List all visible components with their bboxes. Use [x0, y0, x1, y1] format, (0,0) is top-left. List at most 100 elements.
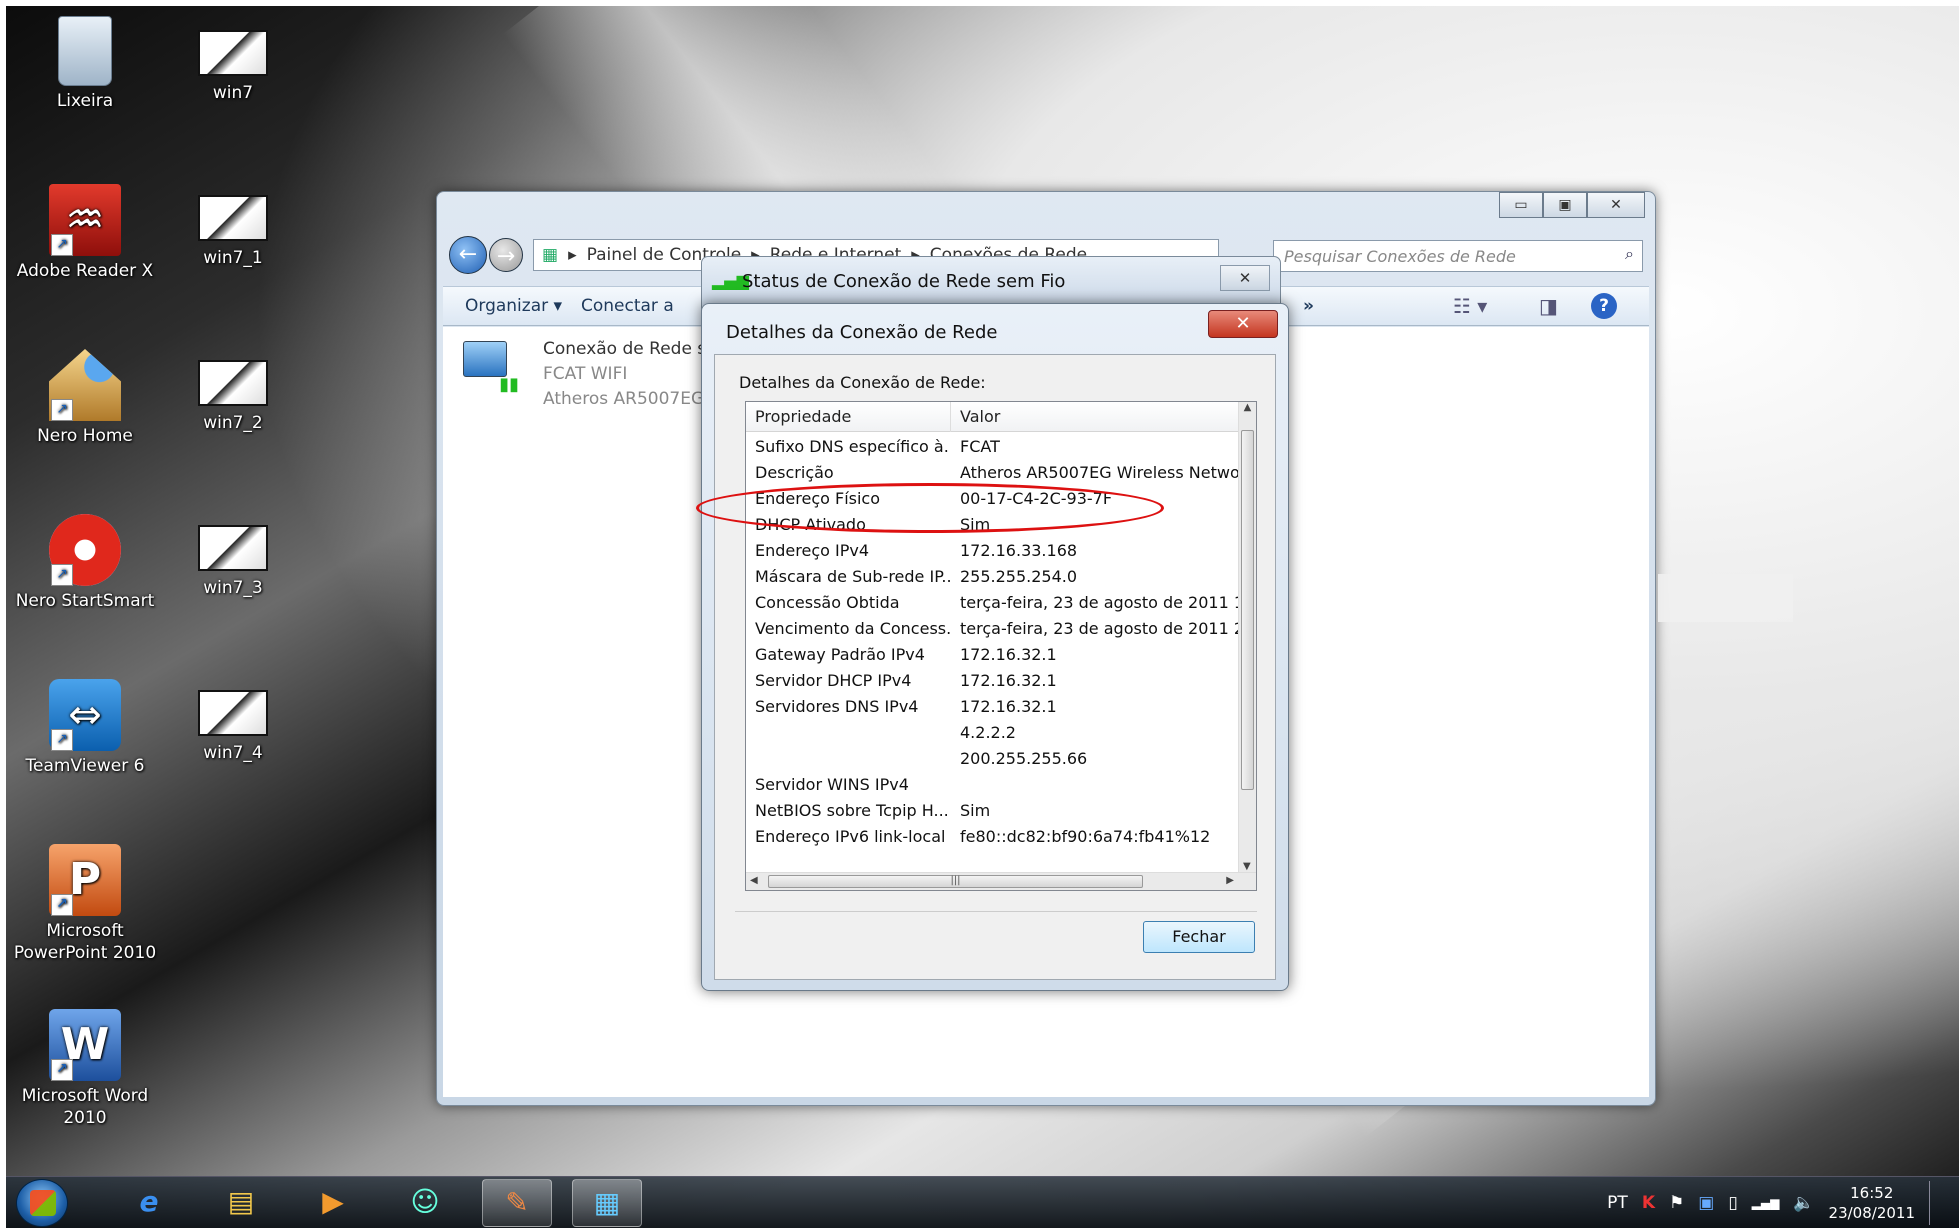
- windows-logo-icon: [30, 1190, 56, 1216]
- connection-ssid: FCAT WIFI: [543, 364, 628, 384]
- detail-value: fe80::dc82:bf90:6a74:fb41%12: [960, 827, 1211, 846]
- desktop-icon-win7-1[interactable]: win7_1: [158, 181, 308, 269]
- organize-button[interactable]: Organizar ▾: [465, 296, 562, 316]
- detail-row[interactable]: Concessão Obtida terça-feira, 23 de agost…: [746, 590, 1238, 616]
- column-header-value[interactable]: Valor: [950, 402, 1000, 432]
- preview-pane-icon[interactable]: ◨: [1539, 294, 1558, 318]
- network-window-taskbar-icon[interactable]: ▦: [572, 1179, 642, 1227]
- detail-row[interactable]: Gateway Padrão IPv4 172.16.32.1: [746, 642, 1238, 668]
- language-indicator[interactable]: PT: [1607, 1193, 1628, 1213]
- back-button[interactable]: ←: [449, 236, 487, 274]
- search-icon[interactable]: ⌕: [1625, 244, 1634, 264]
- desktop-icon-label: Lixeira: [56, 91, 114, 111]
- detail-row[interactable]: Endereço IPv6 link-local fe80::dc82:bf90:…: [746, 824, 1238, 850]
- network-tray-icon[interactable]: ▣: [1698, 1193, 1714, 1213]
- file-explorer-icon[interactable]: ▤: [206, 1179, 276, 1227]
- usb-device-icon[interactable]: ▯: [1728, 1193, 1737, 1213]
- vertical-scroll-thumb[interactable]: [1241, 430, 1254, 790]
- desktop-icon-powerpoint[interactable]: P ↗ Microsoft PowerPoint 2010: [10, 844, 160, 964]
- wireless-connection-item[interactable]: ▮▮ Conexão de Rede s FCAT WIFI Atheros A…: [463, 337, 706, 412]
- kaspersky-icon[interactable]: K: [1642, 1193, 1655, 1213]
- detail-value: 172.16.33.168: [960, 541, 1078, 560]
- clock-time: 16:52: [1850, 1184, 1894, 1202]
- scroll-left-icon[interactable]: ◀: [750, 875, 758, 886]
- desktop-icon-win7-4[interactable]: win7_4: [158, 676, 308, 764]
- details-dialog-body: Detalhes da Conexão de Rede: Propriedade…: [714, 354, 1276, 980]
- wallpaper-highlight: [1658, 574, 1793, 622]
- scroll-up-icon[interactable]: ▲: [1239, 402, 1256, 413]
- vertical-scrollbar[interactable]: ▲ ▼: [1238, 402, 1256, 874]
- internet-explorer-icon[interactable]: e: [114, 1179, 184, 1227]
- scroll-right-icon[interactable]: ▶: [1226, 875, 1234, 886]
- detail-row[interactable]: 4.2.2.2: [746, 720, 1238, 746]
- show-desktop-button[interactable]: [1929, 1181, 1941, 1225]
- desktop-icon-label: win7_3: [203, 578, 263, 598]
- connection-adapter: Atheros AR5007EG: [543, 389, 705, 409]
- clock[interactable]: 16:52 23/08/2011: [1829, 1183, 1915, 1223]
- search-input[interactable]: Pesquisar Conexões de Rede ⌕: [1273, 240, 1643, 272]
- detail-value: FCAT: [960, 437, 1000, 456]
- detail-row[interactable]: Servidor DHCP IPv4 172.16.32.1: [746, 668, 1238, 694]
- connect-button[interactable]: Conectar a: [581, 296, 674, 316]
- action-center-flag-icon[interactable]: ⚑: [1669, 1193, 1684, 1213]
- column-header-property[interactable]: Propriedade: [755, 407, 851, 426]
- paint-icon[interactable]: ✎: [482, 1179, 552, 1227]
- view-options-icon[interactable]: ☷ ▾: [1453, 294, 1487, 318]
- desktop-icon-win7-2[interactable]: win7_2: [158, 346, 308, 434]
- minimize-button[interactable]: ▭: [1499, 192, 1543, 218]
- detail-row[interactable]: Vencimento da Concess... terça-feira, 23 …: [746, 616, 1238, 642]
- detail-row[interactable]: 200.255.255.66: [746, 746, 1238, 772]
- scroll-down-icon[interactable]: ▼: [1243, 861, 1251, 872]
- search-placeholder: Pesquisar Conexões de Rede: [1284, 247, 1516, 266]
- detail-property: Servidor WINS IPv4: [755, 775, 909, 794]
- desktop-icon-word[interactable]: W ↗ Microsoft Word 2010: [10, 1009, 160, 1129]
- volume-icon[interactable]: 🔈: [1793, 1193, 1814, 1213]
- detail-row[interactable]: Máscara de Sub-rede IP... 255.255.254.0: [746, 564, 1238, 590]
- desktop-icon-label: win7_1: [203, 248, 263, 268]
- desktop-icon-win7-3[interactable]: win7_3: [158, 511, 308, 599]
- detail-row[interactable]: Endereço IPv4 172.16.33.168: [746, 538, 1238, 564]
- help-icon[interactable]: ?: [1591, 293, 1617, 319]
- detail-value: 172.16.32.1: [960, 645, 1057, 664]
- desktop: Lixeira ♒ ↗ Adobe Reader X ↗ Nero Home ↗ …: [6, 6, 1959, 1228]
- maximize-button[interactable]: ▣: [1543, 192, 1587, 218]
- detail-value: 4.2.2.2: [960, 723, 1016, 742]
- detail-value: Atheros AR5007EG Wireless Network: [960, 463, 1238, 482]
- breadcrumb-separator-icon: ▸: [568, 245, 577, 265]
- close-dialog-button[interactable]: Fechar: [1143, 921, 1255, 953]
- more-commands-button[interactable]: »: [1303, 296, 1314, 316]
- detail-row[interactable]: Servidores DNS IPv4 172.16.32.1: [746, 694, 1238, 720]
- image-file-icon: [198, 690, 268, 736]
- detail-row[interactable]: NetBIOS sobre Tcpip H... Sim: [746, 798, 1238, 824]
- horizontal-scrollbar[interactable]: ◀ ||| ▶: [746, 872, 1256, 890]
- desktop-icon-recycle-bin[interactable]: Lixeira: [10, 16, 160, 112]
- forward-button[interactable]: →: [489, 238, 523, 272]
- control-panel-icon: ▦: [542, 245, 559, 265]
- desktop-icon-win7[interactable]: win7: [158, 16, 308, 104]
- people-app-icon[interactable]: ☺: [390, 1179, 460, 1227]
- image-file-icon: [198, 195, 268, 241]
- horizontal-scroll-thumb[interactable]: |||: [768, 875, 1143, 888]
- recycle-bin-icon: [58, 16, 112, 86]
- organize-label: Organizar: [465, 296, 549, 316]
- media-player-icon[interactable]: ▶: [298, 1179, 368, 1227]
- start-button[interactable]: [16, 1179, 68, 1227]
- desktop-icon-teamviewer[interactable]: ⇔ ↗ TeamViewer 6: [10, 679, 160, 777]
- desktop-icon-adobe-reader[interactable]: ♒ ↗ Adobe Reader X: [10, 184, 160, 282]
- detail-property: Máscara de Sub-rede IP...: [755, 567, 950, 586]
- details-close-button[interactable]: ✕: [1208, 310, 1278, 338]
- desktop-icon-label: Microsoft PowerPoint 2010: [13, 921, 157, 963]
- detail-row[interactable]: Descrição Atheros AR5007EG Wireless Netwo…: [746, 460, 1238, 486]
- desktop-icon-nero-startsmart[interactable]: ↗ Nero StartSmart: [10, 514, 160, 612]
- close-button[interactable]: ✕: [1587, 192, 1645, 218]
- divider: [735, 911, 1257, 912]
- wifi-signal-icon[interactable]: ▂▄▆: [1752, 1196, 1780, 1210]
- detail-value: Sim: [960, 801, 991, 820]
- image-file-icon: [198, 30, 268, 76]
- detail-value: 172.16.32.1: [960, 697, 1057, 716]
- details-grid[interactable]: Propriedade Valor Sufixo DNS específico …: [745, 401, 1257, 891]
- detail-row[interactable]: Sufixo DNS específico à... FCAT: [746, 434, 1238, 460]
- desktop-icon-nero-home[interactable]: ↗ Nero Home: [10, 349, 160, 447]
- status-close-button[interactable]: ✕: [1220, 265, 1270, 291]
- detail-row[interactable]: Servidor WINS IPv4: [746, 772, 1238, 798]
